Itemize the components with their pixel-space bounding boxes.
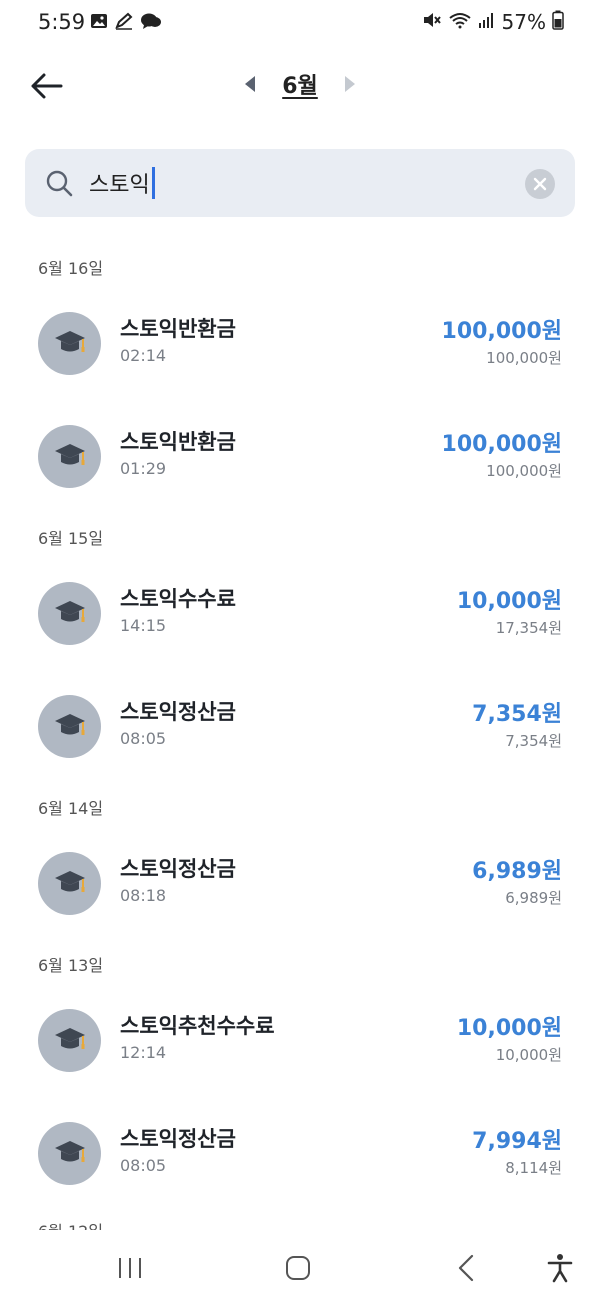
transaction-amount: 100,000원: [441, 319, 562, 344]
transaction-balance: 6,989원: [505, 889, 562, 907]
home-icon: [286, 1256, 310, 1280]
month-navigator: 6월: [0, 68, 600, 100]
transaction-amount: 7,354원: [472, 702, 562, 727]
transaction-balance: 100,000원: [486, 349, 562, 367]
text-caret: [152, 167, 155, 199]
transaction-balance: 8,114원: [505, 1159, 562, 1177]
signal-icon: [478, 11, 496, 33]
category-avatar: [38, 425, 101, 488]
transaction-time: 12:14: [120, 1043, 167, 1062]
transaction-title: 스토익반환금: [120, 317, 236, 341]
date-header: 6월 13일: [38, 956, 104, 975]
graduation-cap-icon: [53, 865, 87, 903]
image-icon: [90, 12, 108, 34]
transaction-amount: 6,989원: [472, 859, 562, 884]
transaction-amount: 10,000원: [456, 589, 562, 614]
transaction-amount: 10,000원: [456, 1016, 562, 1041]
transaction-title: 스토익반환금: [120, 430, 236, 454]
header: 6월: [0, 56, 600, 116]
prev-month-button[interactable]: [240, 72, 260, 96]
category-avatar: [38, 695, 101, 758]
category-avatar: [38, 312, 101, 375]
transaction-title: 스토익정산금: [120, 857, 236, 881]
date-header: 6월 16일: [38, 259, 104, 278]
transaction-time: 08:18: [120, 886, 167, 905]
accessibility-button[interactable]: [540, 1248, 580, 1288]
status-icons-left: [90, 12, 162, 34]
transaction-time: 02:14: [120, 346, 167, 365]
transaction-row[interactable]: 스토익정산금 08:05 7,994원 8,114원: [0, 1099, 600, 1212]
transaction-title: 스토익정산금: [120, 700, 236, 724]
screen: 5:59 57% 6월 스토익 6월 16일 스토익반환금 02:14 100,…: [0, 0, 600, 1300]
graduation-cap-icon: [53, 325, 87, 363]
status-icons-right: 57%: [422, 10, 564, 34]
transaction-row[interactable]: 스토익반환금 02:14 100,000원 100,000원: [0, 289, 600, 402]
transaction-row[interactable]: 스토익수수료 14:15 10,000원 17,354원: [0, 559, 600, 672]
transaction-amount: 100,000원: [441, 432, 562, 457]
battery-icon: [552, 10, 564, 34]
close-icon: [533, 177, 547, 191]
transaction-time: 08:05: [120, 1156, 167, 1175]
month-label[interactable]: 6월: [282, 68, 318, 100]
system-nav-bar: [0, 1234, 600, 1300]
triangle-left-icon: [245, 76, 256, 92]
graduation-cap-icon: [53, 595, 87, 633]
transaction-title: 스토익추천수수료: [120, 1014, 275, 1038]
transaction-balance: 100,000원: [486, 462, 562, 480]
graduation-cap-icon: [53, 438, 87, 476]
next-month-button[interactable]: [340, 72, 360, 96]
transaction-row[interactable]: 스토익추천수수료 12:14 10,000원 10,000원: [0, 986, 600, 1099]
search-icon: [45, 169, 73, 201]
date-header: 6월 15일: [38, 529, 104, 548]
category-avatar: [38, 582, 101, 645]
status-bar: 5:59 57%: [0, 0, 600, 46]
search-bar: [25, 149, 575, 217]
transaction-row[interactable]: 스토익정산금 08:18 6,989원 6,989원: [0, 829, 600, 942]
home-button[interactable]: [278, 1248, 318, 1288]
transaction-row[interactable]: 스토익반환금 01:29 100,000원 100,000원: [0, 402, 600, 515]
recent-apps-icon: [119, 1258, 141, 1278]
mute-icon: [422, 11, 442, 33]
chevron-left-icon: [458, 1254, 474, 1282]
graduation-cap-icon: [53, 1022, 87, 1060]
graduation-cap-icon: [53, 1135, 87, 1173]
date-header: 6월 14일: [38, 799, 104, 818]
transaction-title: 스토익수수료: [120, 587, 236, 611]
transaction-title: 스토익정산금: [120, 1127, 236, 1151]
category-avatar: [38, 1122, 101, 1185]
transaction-amount: 7,994원: [472, 1129, 562, 1154]
transaction-balance: 7,354원: [505, 732, 562, 750]
transaction-balance: 10,000원: [495, 1046, 562, 1064]
transaction-time: 01:29: [120, 459, 167, 478]
category-avatar: [38, 1009, 101, 1072]
graduation-cap-icon: [53, 708, 87, 746]
battery-percent: 57%: [501, 10, 546, 34]
chat-icon: [140, 12, 162, 34]
transaction-time: 08:05: [120, 729, 167, 748]
transaction-balance: 17,354원: [495, 619, 562, 637]
transaction-list[interactable]: 6월 16일 스토익반환금 02:14 100,000원 100,000원 스토익반환금 0…: [0, 245, 600, 1230]
transaction-row[interactable]: 스토익정산금 08:05 7,354원 7,354원: [0, 672, 600, 785]
wifi-icon: [448, 11, 472, 33]
date-header: 6월 12일: [0, 1212, 600, 1230]
triangle-right-icon: [344, 76, 355, 92]
back-nav-button[interactable]: [446, 1248, 486, 1288]
transaction-time: 14:15: [120, 616, 167, 635]
category-avatar: [38, 852, 101, 915]
clear-search-button[interactable]: [525, 169, 555, 199]
status-time: 5:59: [38, 10, 86, 34]
accessibility-icon: [547, 1254, 573, 1283]
pen-icon: [114, 12, 134, 34]
recent-apps-button[interactable]: [110, 1248, 150, 1288]
